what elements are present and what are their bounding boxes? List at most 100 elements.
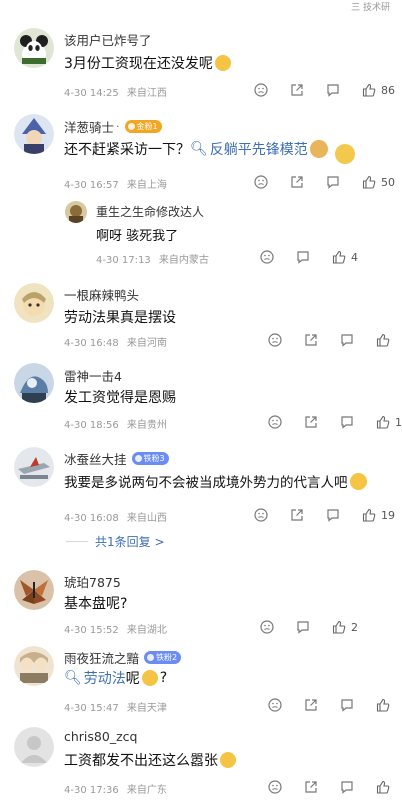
username[interactable]: 重生之生命修改达人 [96, 203, 204, 220]
thumbs-up-icon [376, 333, 390, 347]
avatar[interactable] [14, 28, 54, 68]
comment-text: 还不赶紧采访一下？ [64, 142, 190, 158]
like-button[interactable]: 4 [332, 250, 358, 264]
comment-location: 来自天津 [126, 703, 167, 714]
doge-emoji-icon [309, 140, 328, 158]
comment-date: 4-30 16:08 [64, 513, 119, 524]
smirk-emoji-icon [220, 752, 236, 768]
comment-location: 来自山西 [126, 513, 167, 524]
username[interactable]: 洋葱骑士 [64, 117, 114, 136]
fan-badge-icon [134, 455, 142, 462]
view-replies-link[interactable]: 共1条回复 > [95, 533, 165, 550]
comment-text: 呢 [125, 671, 140, 687]
share-icon[interactable] [304, 415, 318, 429]
like-button[interactable]: 86 [362, 83, 395, 97]
like-button[interactable] [376, 698, 395, 712]
comment-icon[interactable] [326, 508, 340, 522]
thumbs-up-icon [376, 698, 390, 712]
comment-location: 来自内蒙古 [158, 255, 209, 266]
like-count: 2 [351, 620, 358, 634]
like-button[interactable] [376, 333, 395, 347]
dislike-icon[interactable] [254, 508, 268, 522]
dislike-icon[interactable] [260, 620, 274, 634]
comment-date: 4-30 18:56 [64, 420, 119, 431]
status-bar-text: 三 技术研 [351, 3, 390, 13]
comment-location: 来自湖北 [126, 625, 167, 636]
username[interactable]: 该用户已炸号了 [64, 30, 152, 49]
share-icon[interactable] [290, 83, 304, 97]
verified-dot: · [116, 120, 120, 133]
search-icon: 🔍︎ [64, 670, 82, 686]
thumbs-up-icon [362, 83, 376, 97]
topic-link[interactable]: 🔍︎ 反躺平先锋模范 [190, 139, 308, 159]
comment-text-tail: ? [159, 670, 168, 686]
comment-date: 4-30 17:36 [64, 785, 119, 796]
comment-text: 我要是多说两句不会被当成境外势力的代言人吧 [64, 475, 348, 491]
laughing-emoji-icon [349, 472, 367, 490]
comment-icon[interactable] [326, 175, 340, 189]
comment-location: 来自上海 [126, 180, 167, 191]
avatar[interactable] [14, 727, 54, 767]
topic-link[interactable]: 🔍︎ 劳动法 [64, 668, 126, 688]
like-count: 19 [381, 508, 395, 522]
comment-icon[interactable] [340, 333, 354, 347]
like-button[interactable] [376, 780, 395, 794]
comment-icon[interactable] [340, 780, 354, 794]
thumbs-up-icon [362, 175, 376, 189]
fan-badge[interactable]: 金粉1 [124, 120, 162, 133]
comment-icon[interactable] [296, 620, 310, 634]
replies-divider [66, 541, 88, 542]
dislike-icon[interactable] [268, 415, 282, 429]
like-button[interactable]: 19 [362, 508, 395, 522]
comment-icon[interactable] [340, 415, 354, 429]
comment-icon[interactable] [326, 83, 340, 97]
like-button[interactable]: 50 [362, 175, 395, 189]
like-button[interactable]: 2 [332, 620, 358, 634]
like-count: 4 [351, 250, 358, 264]
dislike-icon[interactable] [268, 698, 282, 712]
avatar[interactable] [14, 363, 54, 403]
dislike-icon[interactable] [254, 175, 268, 189]
crying-emoji-icon [214, 55, 231, 71]
thumbs-up-icon [362, 508, 376, 522]
thinking-emoji-icon [141, 670, 158, 686]
dislike-icon[interactable] [260, 250, 274, 264]
username[interactable]: 一根麻辣鸭头 [64, 285, 139, 304]
like-count: 1 [395, 415, 402, 429]
username[interactable]: 琥珀7875 [64, 572, 121, 591]
share-icon[interactable] [290, 508, 304, 522]
thumbs-up-icon [332, 620, 346, 634]
like-count: 86 [381, 83, 395, 97]
username[interactable]: chris80_zcq [64, 729, 137, 744]
avatar[interactable] [14, 447, 54, 487]
comment-location: 来自河南 [126, 338, 167, 349]
fan-badge-icon [127, 123, 135, 130]
share-icon[interactable] [290, 175, 304, 189]
share-icon[interactable] [304, 780, 318, 794]
search-icon: 🔍︎ [190, 141, 208, 157]
username[interactable]: 雷神一击4 [64, 366, 122, 385]
dislike-icon[interactable] [268, 780, 282, 794]
fan-badge[interactable]: 铁粉3 [131, 452, 169, 465]
username[interactable]: 冰蚕丝大挂 [64, 449, 127, 468]
comment-text: 工资都发不出还这么嚣张 [64, 753, 218, 769]
share-icon[interactable] [304, 333, 318, 347]
avatar[interactable] [65, 201, 87, 223]
fan-badge[interactable]: 铁粉2 [144, 651, 182, 664]
comment-text: 基本盘呢? [64, 596, 128, 612]
dislike-icon[interactable] [268, 333, 282, 347]
comment-date: 4-30 16:57 [64, 180, 119, 191]
comment-text: 啊呀 骇死我了 [96, 229, 179, 244]
username[interactable]: 雨夜狂流之黯 [64, 648, 139, 667]
comment-icon[interactable] [340, 698, 354, 712]
comment-icon[interactable] [296, 250, 310, 264]
like-button[interactable]: 1 [376, 415, 402, 429]
avatar[interactable] [14, 570, 54, 610]
thumbs-up-icon [332, 250, 346, 264]
avatar[interactable] [14, 283, 54, 323]
share-icon[interactable] [304, 698, 318, 712]
avatar[interactable] [14, 114, 54, 154]
comment-date: 4-30 14:25 [64, 88, 119, 99]
dislike-icon[interactable] [254, 83, 268, 97]
avatar[interactable] [14, 646, 54, 686]
